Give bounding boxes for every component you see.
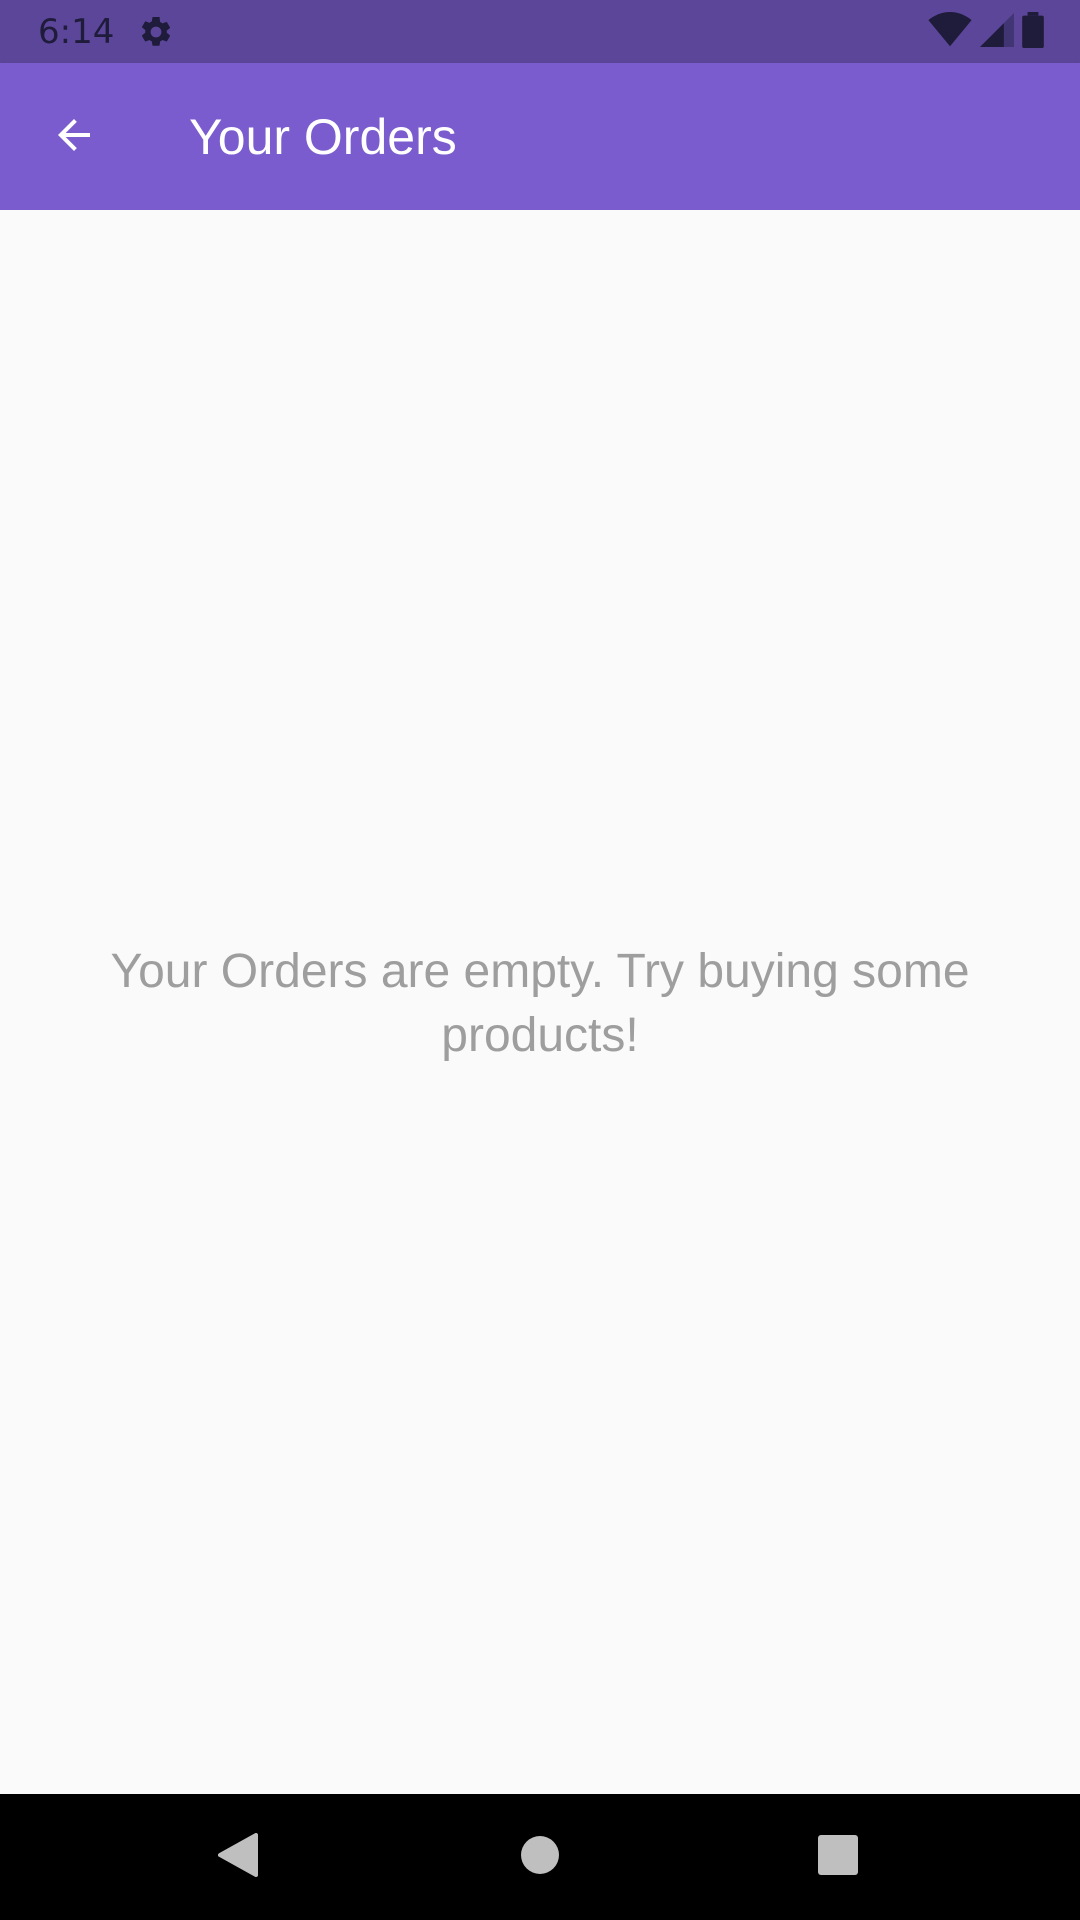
page-title: Your Orders	[189, 109, 457, 165]
cellular-signal-icon	[980, 12, 1014, 52]
recents-square-icon	[818, 1835, 858, 1879]
battery-icon	[1022, 12, 1044, 52]
gear-icon	[138, 14, 174, 50]
nav-home-button[interactable]	[510, 1827, 570, 1887]
status-bar: 6:14	[0, 0, 1080, 63]
orders-content: Your Orders are empty. Try buying some p…	[0, 210, 1080, 1794]
empty-orders-message: Your Orders are empty. Try buying some p…	[110, 945, 970, 1062]
app-bar: Your Orders	[0, 63, 1080, 210]
back-triangle-icon	[216, 1831, 260, 1883]
home-circle-icon	[520, 1835, 560, 1879]
status-time: 6:14	[38, 12, 115, 52]
system-navigation-bar	[0, 1794, 1080, 1920]
wifi-icon	[928, 12, 972, 52]
arrow-back-icon	[50, 111, 98, 163]
back-button[interactable]	[30, 101, 118, 173]
nav-recents-button[interactable]	[808, 1827, 868, 1887]
status-indicators	[928, 12, 1044, 52]
nav-back-button[interactable]	[208, 1827, 268, 1887]
